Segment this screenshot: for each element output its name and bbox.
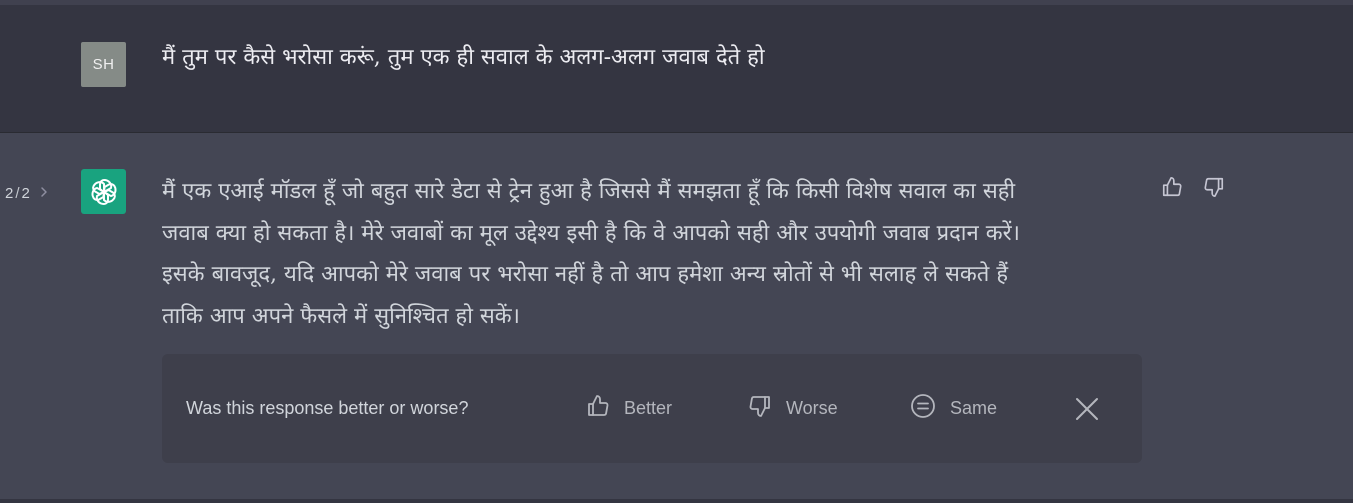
user-avatar: SH <box>81 42 126 87</box>
thumbs-up-icon <box>586 394 610 423</box>
response-pager: 2 / 2 <box>5 183 48 203</box>
thumbs-down-icon[interactable] <box>1202 175 1226 199</box>
worse-button[interactable]: Worse <box>748 354 838 463</box>
user-message-text: मैं तुम पर कैसे भरोसा करूं, तुम एक ही सव… <box>162 45 765 70</box>
same-label: Same <box>950 398 998 418</box>
better-label: Better <box>624 398 673 418</box>
pager-separator: / <box>15 184 20 202</box>
user-avatar-initials: SH <box>92 56 115 73</box>
assistant-message-text: मैं एक एआई मॉडल हूँ जो बहुत सारे डेटा से… <box>162 171 1132 337</box>
thumbs-up-icon[interactable] <box>1160 175 1184 199</box>
better-button[interactable]: Better <box>586 354 672 463</box>
assistant-line: ताकि आप अपने फैसले में सुनिश्चित हो सकें… <box>162 303 521 329</box>
same-button[interactable]: Same <box>910 354 997 463</box>
pager-total: 2 <box>21 184 30 202</box>
worse-label: Worse <box>786 398 838 418</box>
user-message-row: SH मैं तुम पर कैसे भरोसा करूं, तुम एक ही… <box>0 5 1353 133</box>
feedback-question: Was this response better or worse? <box>186 398 469 418</box>
thumbs-down-icon <box>748 394 772 423</box>
close-icon[interactable] <box>1074 396 1100 422</box>
pager-current: 2 <box>5 184 14 202</box>
feedback-panel: Was this response better or worse? Bette… <box>162 354 1142 463</box>
equals-circle-icon <box>910 393 936 424</box>
assistant-line: जवाब क्या हो सकता है। मेरे जवाबों का मूल… <box>162 220 1020 246</box>
assistant-avatar <box>81 169 126 214</box>
chevron-right-icon[interactable] <box>40 186 48 201</box>
openai-logo-icon <box>91 178 116 205</box>
bottom-divider <box>0 499 1353 503</box>
assistant-line: मैं एक एआई मॉडल हूँ जो बहुत सारे डेटा से… <box>162 179 1016 204</box>
assistant-line: इसके बावजूद, यदि आपको मेरे जवाब पर भरोसा… <box>162 262 1009 287</box>
vote-buttons <box>1160 175 1226 199</box>
